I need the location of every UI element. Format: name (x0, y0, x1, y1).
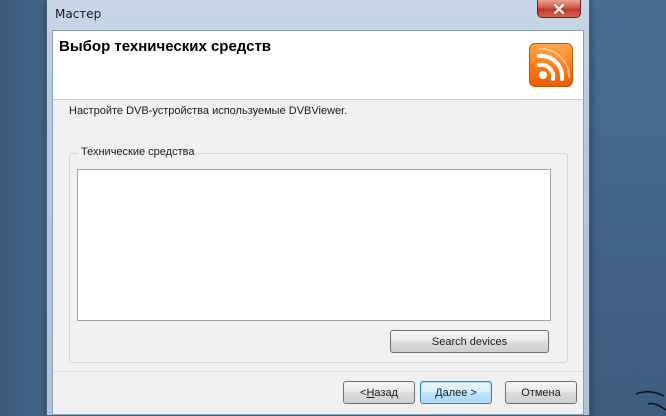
search-devices-button[interactable]: Search devices (390, 330, 549, 353)
title-bar[interactable]: Мастер (47, 0, 589, 30)
close-icon (553, 3, 565, 14)
device-list[interactable] (77, 169, 551, 321)
page-title: Выбор технических средств (59, 38, 272, 55)
instruction-text: Настройте DVB-устройства используемые DV… (69, 105, 348, 117)
next-button[interactable]: Далее > (420, 381, 492, 404)
next-button-mnemonic: Д (435, 386, 443, 399)
next-button-label: алее > (442, 386, 477, 399)
back-button-label: азад (374, 386, 398, 399)
dvbviewer-logo-icon (529, 43, 573, 87)
devices-groupbox-label: Технические средства (78, 146, 198, 158)
desktop-background-left (0, 0, 46, 416)
footer-divider (53, 371, 583, 372)
devices-groupbox: Технические средства Search devices (69, 146, 568, 363)
back-button-mnemonic: Н (366, 386, 375, 399)
wizard-client-area: Выбор технических средств Настройте DVB-… (52, 30, 584, 415)
close-button[interactable] (537, 0, 581, 18)
window-title: Мастер (55, 7, 102, 21)
wizard-window: Мастер Выбор технических средств Настрой… (46, 0, 590, 416)
cancel-button[interactable]: Отмена (505, 381, 577, 404)
desktop-scribble-icon (635, 391, 666, 411)
desktop-background-right (590, 0, 666, 416)
back-button[interactable]: < Назад (343, 381, 415, 404)
wizard-header: Выбор технических средств (53, 31, 583, 100)
